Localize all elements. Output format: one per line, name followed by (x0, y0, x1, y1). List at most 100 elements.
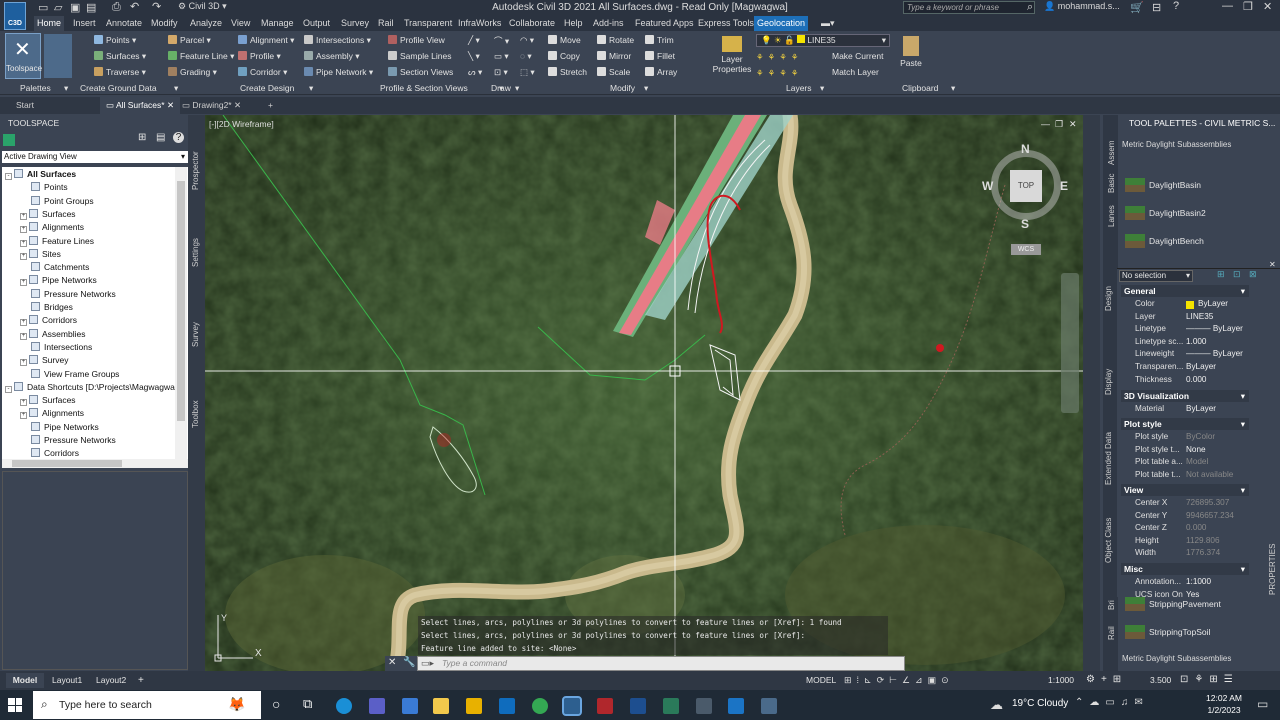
expand-icon[interactable]: + (20, 412, 27, 420)
tree-item[interactable]: Point Groups (20, 195, 94, 208)
ribbon-tab-rail[interactable]: Rail (375, 16, 397, 31)
tab-toolbox[interactable]: Toolbox (191, 400, 200, 428)
section-general[interactable]: General (1121, 285, 1249, 297)
tab-extended-data[interactable]: Extended Data (1104, 432, 1113, 485)
property-row[interactable]: Center Z 0.000 (1135, 523, 1275, 536)
traverse-button[interactable]: Traverse ▾ (94, 67, 146, 78)
points-button[interactable]: Points ▾ (94, 35, 136, 46)
panel-title-draw[interactable]: Draw (491, 83, 511, 93)
tree-item[interactable]: Bridges (20, 301, 73, 314)
draw-tool-8[interactable]: ⬚ ▾ (520, 67, 535, 78)
expand-icon[interactable]: + (20, 239, 27, 247)
property-row[interactable]: Annotation... 1:1000 (1135, 577, 1275, 590)
profile-button[interactable]: Profile ▾ (238, 51, 281, 62)
tab-start[interactable]: Start (10, 97, 40, 114)
tree-item[interactable]: Intersections (20, 341, 92, 354)
corridor-button[interactable]: Corridor ▾ (238, 67, 287, 78)
tab-prospector[interactable]: Prospector (191, 151, 200, 190)
outlook-icon[interactable] (499, 698, 515, 714)
property-row[interactable]: Linetype sc... 1.000 (1135, 337, 1275, 350)
tree-scrollbar[interactable] (175, 167, 187, 459)
command-input[interactable]: Type a command (417, 656, 905, 671)
alignment-button[interactable]: Alignment ▾ (238, 35, 294, 46)
tree-item[interactable]: + Survey (20, 354, 68, 367)
viewcube-south[interactable]: S (1021, 217, 1029, 231)
section-misc[interactable]: Misc (1121, 563, 1249, 575)
zoom-level[interactable]: 3.500 (1150, 673, 1171, 688)
panel-title-create-ground-data[interactable]: Create Ground Data (80, 83, 157, 93)
tab-survey[interactable]: Survey (191, 322, 200, 347)
weather-icon[interactable]: ☁ (990, 697, 1003, 713)
paste-button[interactable]: Paste (898, 36, 924, 68)
teams-icon[interactable] (369, 698, 385, 714)
tab-design[interactable]: Design (1104, 286, 1113, 311)
property-row[interactable]: Height 1129.806 (1135, 536, 1275, 549)
property-row[interactable]: Center X 726895.307 (1135, 498, 1275, 511)
tree-item[interactable]: View Frame Groups (20, 368, 119, 381)
ribbon-tab-help[interactable]: Help (561, 16, 586, 31)
tab-display[interactable]: Display (1104, 369, 1113, 395)
ribbon-tab-infraworks[interactable]: InfraWorks (455, 16, 504, 31)
panel-title-modify[interactable]: Modify (610, 83, 635, 93)
property-row[interactable]: Thickness 0.000 (1135, 375, 1275, 388)
make-current-button[interactable]: Make Current (832, 51, 884, 61)
layer-tool-icons[interactable]: ⚘⚘⚘⚘ (756, 68, 802, 79)
property-row[interactable]: Lineweight ——— ByLayer (1135, 349, 1275, 362)
ribbon-tab-analyze[interactable]: Analyze (187, 16, 225, 31)
tree-item[interactable]: Pipe Networks (20, 421, 99, 434)
tree-item[interactable]: + Pipe Networks (20, 274, 97, 287)
tab-close-icon[interactable]: ✕ (167, 100, 174, 110)
expand-icon[interactable]: + (20, 226, 27, 234)
trim-button[interactable]: Trim (645, 35, 674, 45)
select-objects-icon[interactable]: ⊡ (1233, 269, 1241, 280)
tree-item[interactable]: + Assemblies (20, 328, 85, 341)
fillet-button[interactable]: Fillet (645, 51, 675, 61)
ribbon-tab-view[interactable]: View (228, 16, 253, 31)
copy-button[interactable]: Copy (548, 51, 580, 61)
close-icon[interactable]: ✕ (1269, 260, 1276, 269)
clock-time[interactable]: 12:02 AM (1206, 693, 1242, 703)
taskbar-search[interactable]: Type here to search (33, 691, 261, 719)
section-viz[interactable]: 3D Visualization (1121, 390, 1249, 402)
viewport-restore-icon[interactable]: ❐ (1055, 119, 1063, 130)
expand-icon[interactable]: - (5, 385, 12, 393)
expand-icon[interactable]: - (5, 173, 12, 180)
new-layout-button[interactable]: + (138, 673, 144, 688)
panel-title-layers[interactable]: Layers (786, 83, 812, 93)
quick-select-icon[interactable]: ⊠ (1249, 269, 1257, 280)
tree-item[interactable]: + Corridors (20, 314, 77, 327)
tab-settings[interactable]: Settings (191, 238, 200, 267)
property-row[interactable]: Plot table a... Model (1135, 457, 1275, 470)
ribbon-tab-express-tools[interactable]: Express Tools (695, 16, 757, 31)
toolspace-list-icon[interactable]: ▤ (156, 132, 165, 143)
start-button[interactable] (8, 698, 22, 712)
toolspace-view-icon[interactable]: ⊞ (138, 132, 146, 143)
tree-item[interactable]: + Alignments (20, 221, 84, 234)
ribbon-tab-home[interactable]: Home (34, 16, 65, 31)
tab-layout2[interactable]: Layout2 (96, 673, 126, 688)
array-button[interactable]: Array (645, 67, 677, 77)
wrench-icon[interactable]: 🔧 (403, 657, 415, 668)
tree-item[interactable]: Pressure Networks (20, 288, 116, 301)
intersections-button[interactable]: Intersections ▾ (304, 35, 371, 46)
toolspace-view-select[interactable]: Active Drawing View ▾ (2, 151, 188, 163)
expand-icon[interactable]: + (20, 332, 27, 340)
ribbon-tab-annotate[interactable]: Annotate (103, 16, 145, 31)
help-search-input[interactable]: Type a keyword or phrase (903, 1, 1035, 14)
draw-tool-3[interactable]: ╲ ▾ (468, 51, 480, 62)
draw-tool-2[interactable]: ◠ ▾ (520, 35, 534, 46)
civil3d-taskbar-icon[interactable] (562, 696, 582, 716)
chrome-icon[interactable] (532, 698, 548, 714)
property-row[interactable]: Layer LINE35 (1135, 312, 1275, 325)
help-icon[interactable]: ? (1173, 0, 1179, 12)
app-icon[interactable] (761, 698, 777, 714)
move-button[interactable]: Move (548, 35, 581, 45)
exchange-icon[interactable]: ⊟ (1152, 1, 1161, 14)
property-row[interactable]: Linetype ——— ByLayer (1135, 324, 1275, 337)
section-plot[interactable]: Plot style (1121, 418, 1249, 430)
revit-icon[interactable] (630, 698, 646, 714)
expand-icon[interactable]: + (20, 319, 27, 327)
ribbon-tab-add-ins[interactable]: Add-ins (590, 16, 627, 31)
viewport-close-icon[interactable]: ✕ (1069, 119, 1077, 130)
draw-tool-5[interactable]: ◌ ▾ (520, 51, 532, 62)
